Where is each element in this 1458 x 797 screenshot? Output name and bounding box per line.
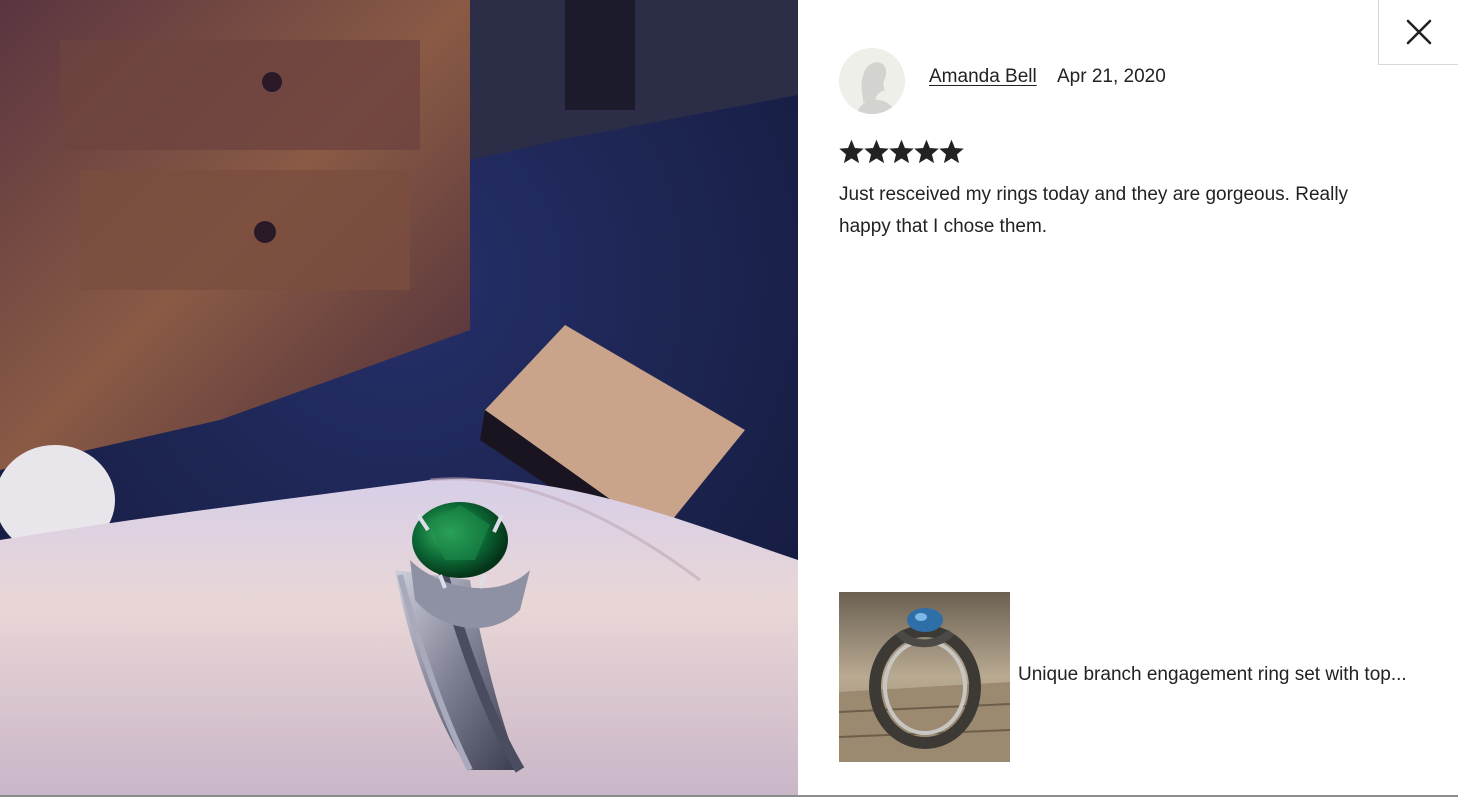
review-date: Apr 21, 2020 xyxy=(1057,66,1166,87)
review-text: Just resceived my rings today and they a… xyxy=(839,184,1349,237)
close-button[interactable] xyxy=(1378,0,1458,65)
star-icon xyxy=(839,139,864,164)
star-rating xyxy=(839,139,964,167)
reviewer-name-link[interactable]: Amanda Bell xyxy=(929,66,1037,88)
listing-title-link[interactable]: Unique branch engagement ring set with t… xyxy=(1018,664,1448,686)
reviewer-avatar[interactable] xyxy=(839,48,905,114)
listing-thumbnail[interactable] xyxy=(839,592,1010,762)
close-icon xyxy=(1406,19,1431,45)
star-icon xyxy=(864,139,889,164)
default-avatar-icon xyxy=(839,48,905,114)
star-icon xyxy=(939,139,964,164)
review-photo xyxy=(0,0,798,795)
star-icon xyxy=(889,139,914,164)
star-icon xyxy=(914,139,939,164)
